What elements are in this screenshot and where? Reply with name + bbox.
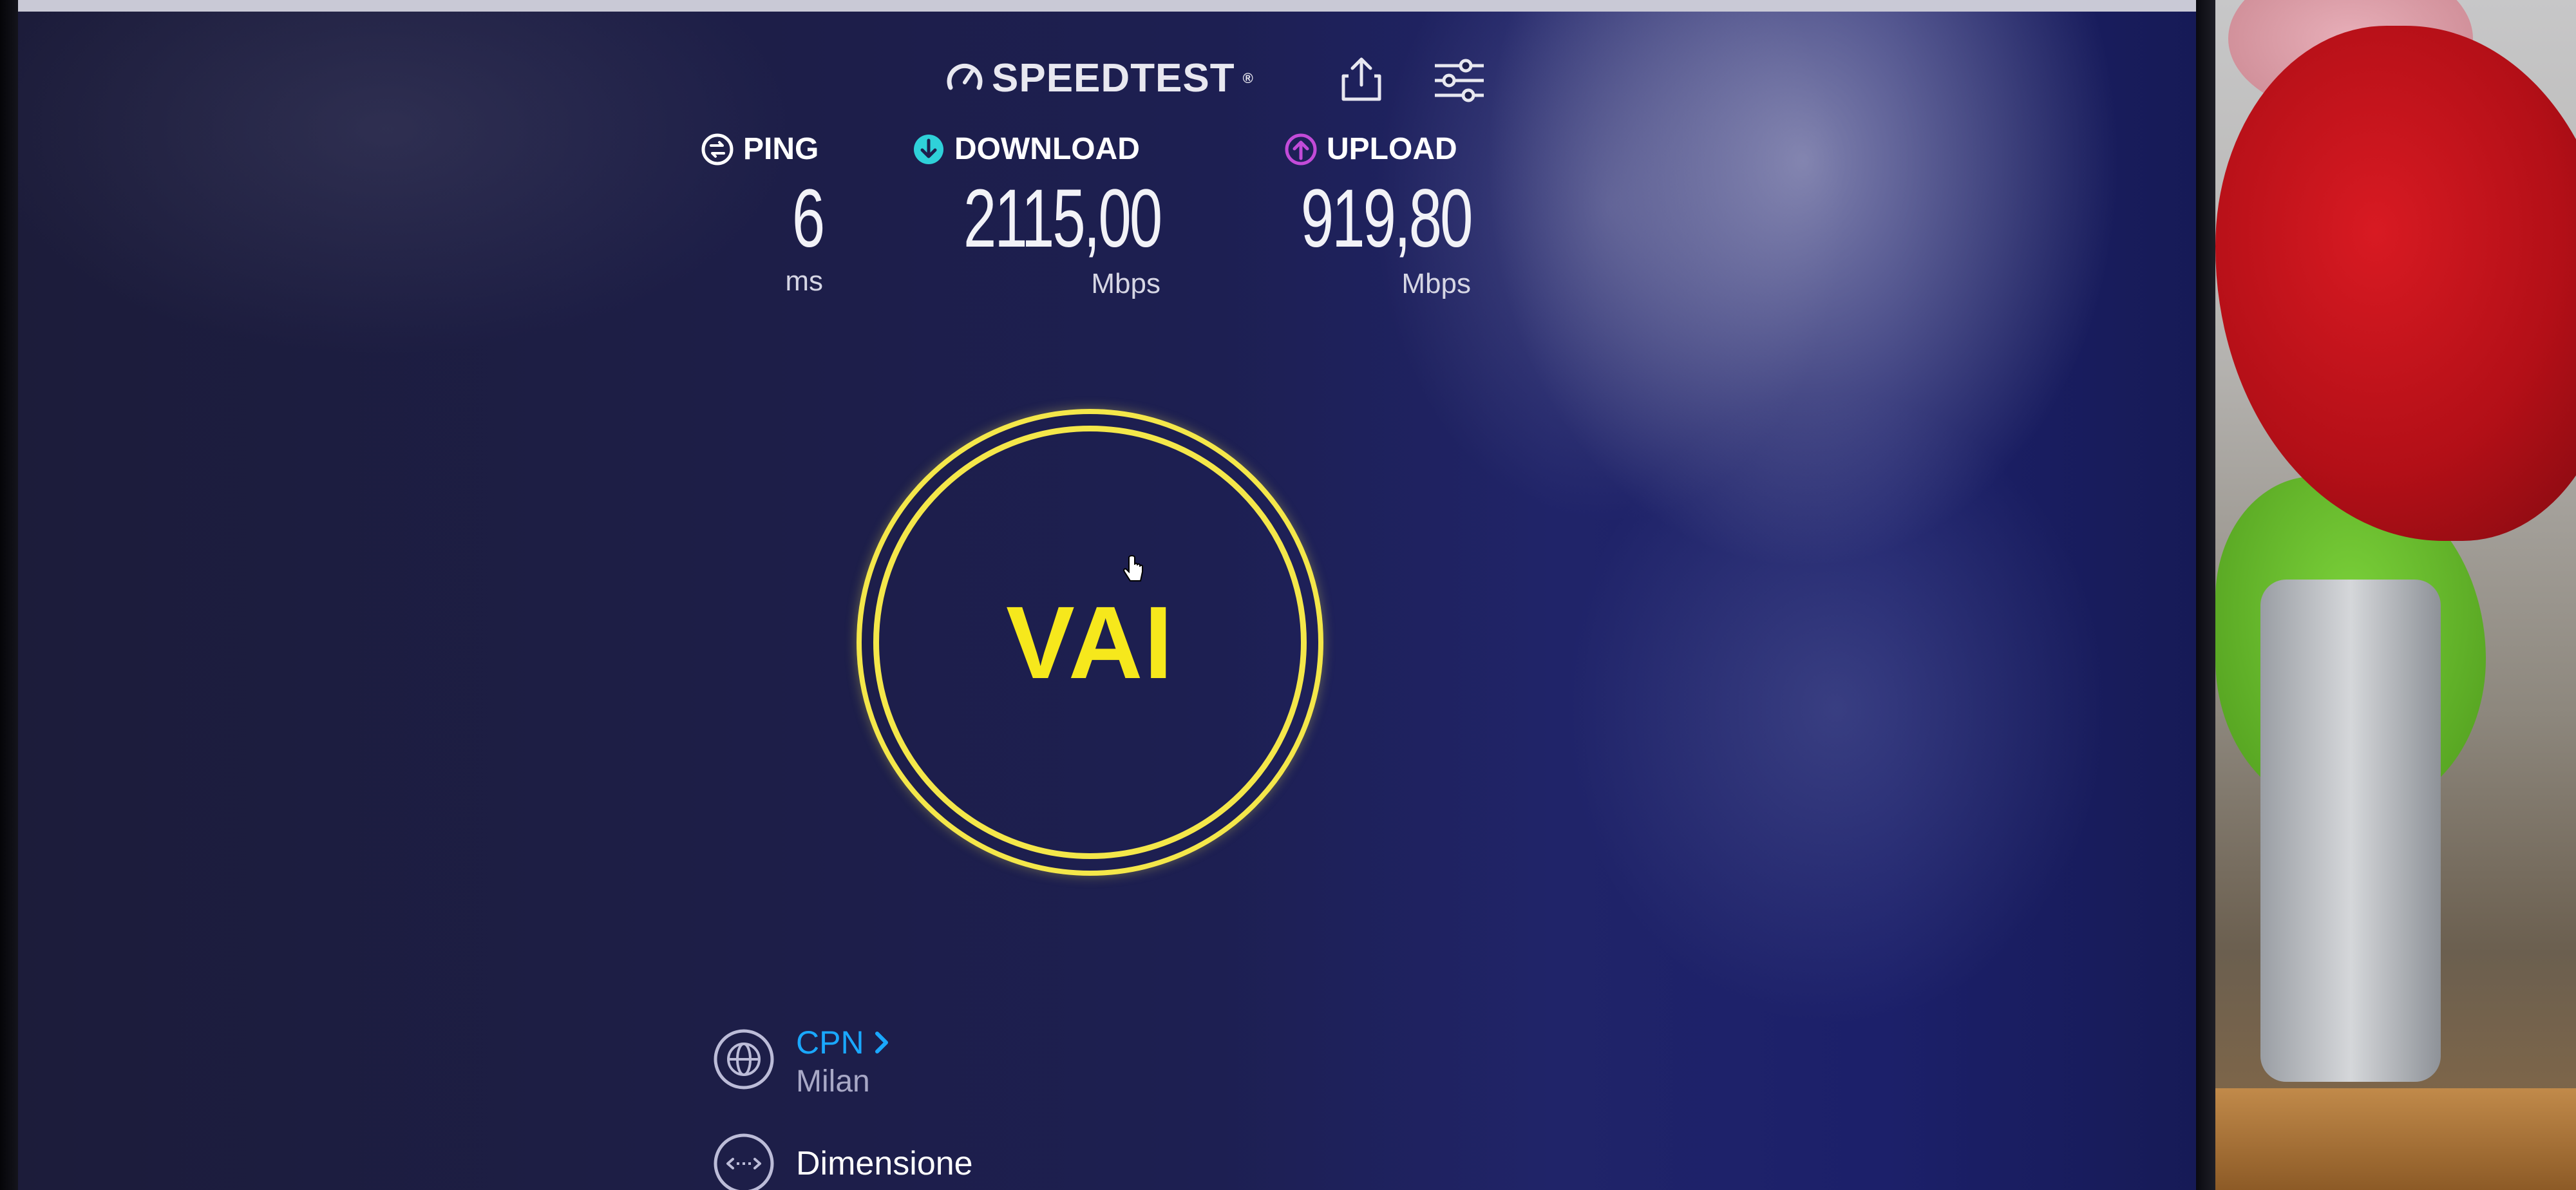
ping-value: 6: [791, 173, 825, 265]
wooden-desk: [2215, 1088, 2576, 1190]
download-label: DOWNLOAD: [954, 132, 1140, 166]
speedtest-header: SPEEDTEST ®: [944, 55, 1484, 102]
chevron-right-icon: [875, 1032, 888, 1053]
ping-label-row: PING: [701, 131, 823, 167]
hand-cursor-icon: [1123, 555, 1143, 581]
connections-selector[interactable]: Dimensione: [712, 1132, 973, 1190]
server-selector[interactable]: CPN Milan: [712, 1024, 890, 1099]
go-button-label: VAI: [1006, 584, 1174, 700]
ping-unit: ms: [785, 265, 823, 297]
browser-top-strip: [0, 0, 2196, 12]
ping-icon: [701, 133, 734, 165]
share-icon[interactable]: [1340, 55, 1383, 102]
settings-sliders-icon[interactable]: [1432, 58, 1486, 103]
download-label-row: DOWNLOAD: [912, 131, 1160, 167]
connections-label: Dimensione: [796, 1145, 973, 1182]
brand-name: SPEEDTEST: [992, 56, 1235, 100]
ping-label: PING: [743, 132, 819, 166]
red-plush-hat: [2215, 26, 2576, 541]
metal-holder: [2260, 580, 2441, 1082]
upload-unit: Mbps: [1401, 268, 1471, 299]
globe-icon: [714, 1029, 774, 1090]
server-isp-link[interactable]: CPN: [796, 1024, 890, 1061]
connections-icon: [714, 1133, 774, 1190]
trademark-mark: ®: [1242, 70, 1254, 86]
server-text: CPN Milan: [796, 1024, 890, 1099]
upload-icon: [1285, 133, 1317, 165]
go-button[interactable]: VAI: [857, 409, 1323, 876]
upload-metric: UPLOAD 919,80 Mbps: [1284, 131, 1473, 305]
upload-value: 919,80: [1300, 173, 1472, 265]
gauge-icon: [947, 63, 983, 90]
upload-label: UPLOAD: [1327, 132, 1457, 166]
monitor-bezel-right: [2196, 0, 2215, 1190]
download-value: 2115,00: [963, 173, 1162, 265]
download-metric: DOWNLOAD 2115,00 Mbps: [912, 131, 1162, 305]
speedtest-logo[interactable]: SPEEDTEST ®: [944, 55, 1254, 101]
download-icon: [914, 134, 943, 164]
go-button-inner-ring[interactable]: VAI: [873, 426, 1307, 859]
server-city: Milan: [796, 1064, 870, 1099]
monitor-screen: SPEEDTEST ® PING 6 ms DOWNLOAD 2115,00 M…: [0, 0, 2215, 1190]
download-unit: Mbps: [1091, 268, 1160, 299]
background-scene: [2215, 0, 2576, 1190]
upload-label-row: UPLOAD: [1284, 131, 1471, 167]
server-isp: CPN: [796, 1025, 864, 1061]
monitor-bezel-left: [0, 0, 18, 1190]
ping-metric: PING 6 ms: [701, 131, 825, 305]
